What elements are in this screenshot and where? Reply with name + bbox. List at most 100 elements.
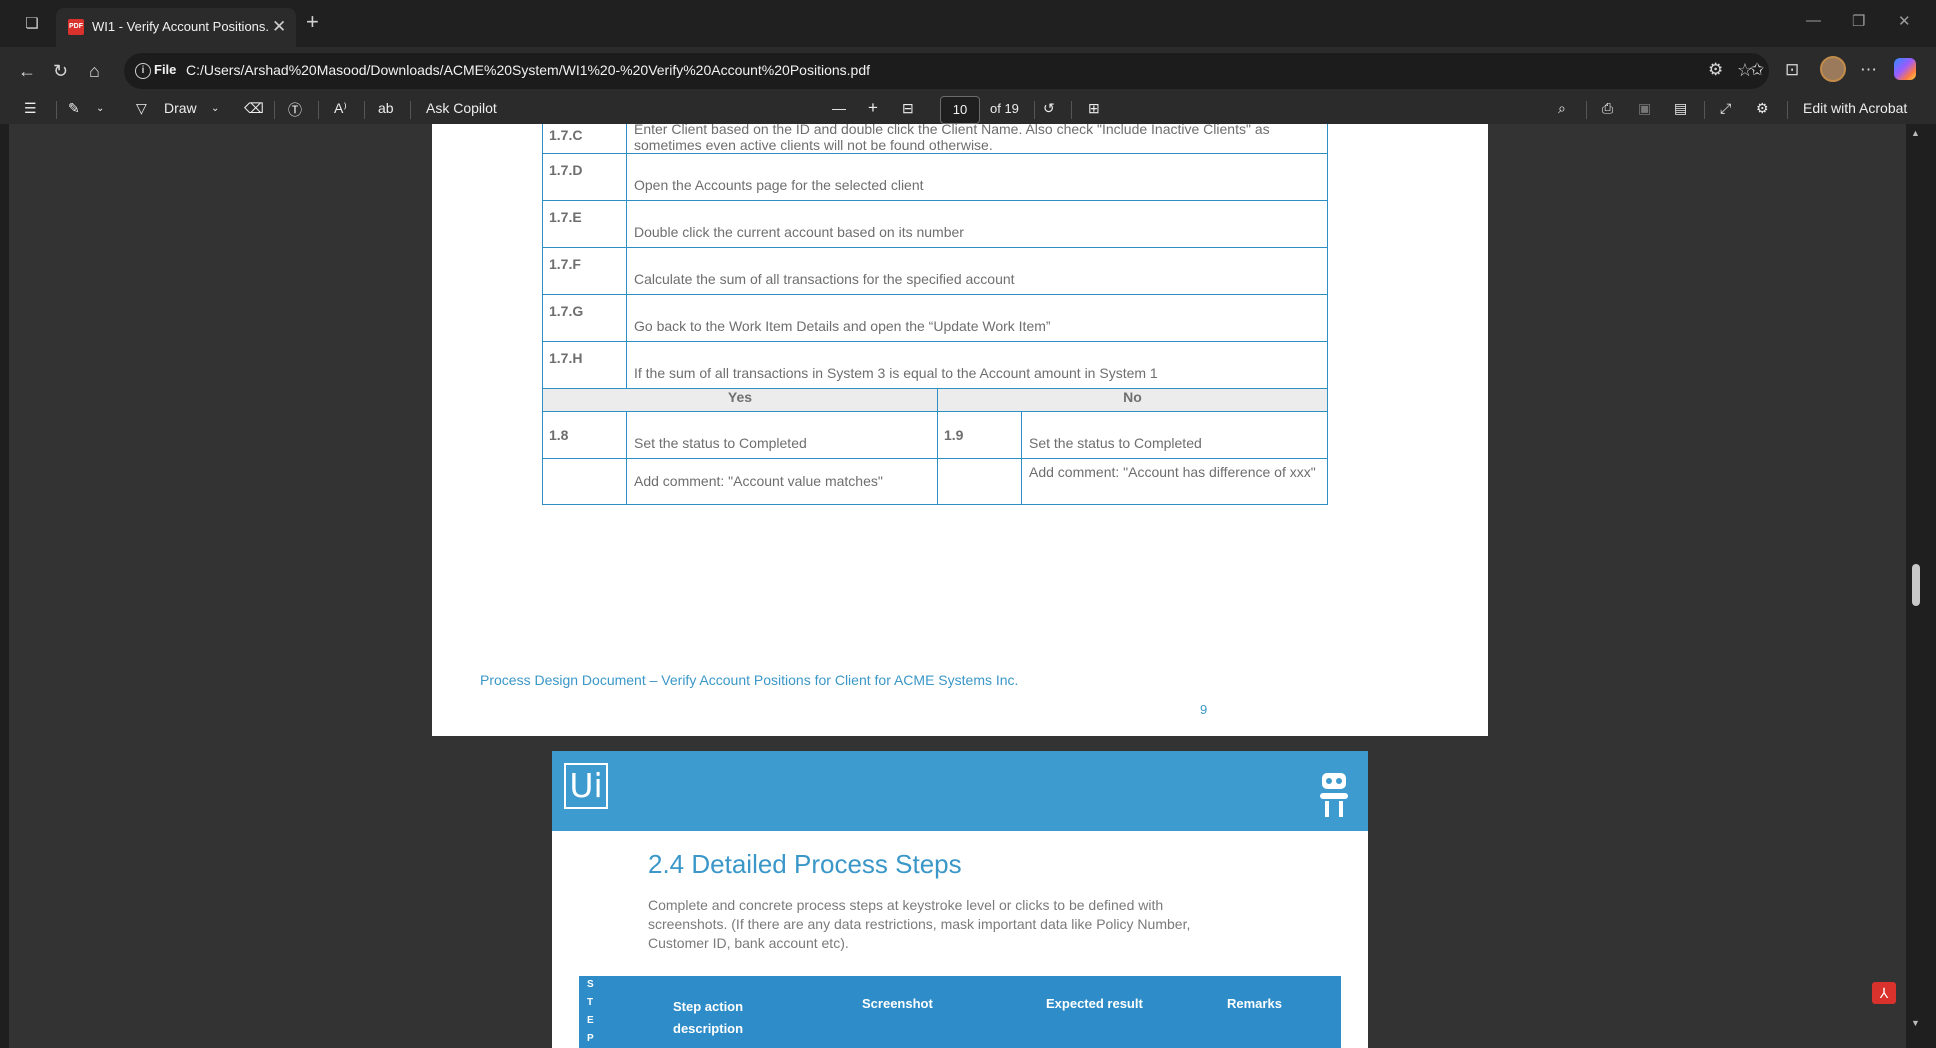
table-row: 1.7.H If the sum of all transactions in … [542,341,1328,389]
minimize-icon[interactable]: — [1806,12,1821,29]
draw-icon[interactable]: ▽ [136,100,147,117]
vertical-scrollbar[interactable] [1906,124,1936,1048]
zoom-out-icon[interactable]: — [832,100,846,116]
step-number: 1.7.G [542,294,627,342]
save-as-icon[interactable]: ▤ [1674,100,1687,117]
divider [1787,101,1788,119]
pdf-page-9: 1.7.C Enter Client based on the ID and d… [432,124,1488,736]
step-text: Set the status to Completed [626,411,938,459]
step-text: Calculate the sum of all transactions fo… [626,247,1328,295]
scrollbar-thumb[interactable] [1912,564,1920,606]
favorites-icon[interactable]: ✩ [1750,60,1764,80]
step-number-text: 1.7.H [549,350,583,366]
step-number: 1.7.H [542,341,627,389]
table-row: 1.7.C Enter Client based on the ID and d… [542,124,1328,154]
uipath-logo: Ui [564,763,608,809]
yes-no-header-row: Yes No [542,388,1328,412]
acrobat-icon[interactable]: ⅄ [1872,982,1896,1004]
step-number-text: 1.9 [944,427,964,443]
yes-header: Yes [542,388,938,412]
close-tab-icon[interactable]: ✕ [272,17,286,37]
table-row: 1.7.D Open the Accounts page for the sel… [542,153,1328,201]
step-text-content: Set the status to Completed [634,435,807,451]
edit-with-acrobat-button[interactable]: Edit with Acrobat [1803,100,1907,116]
step-text: Enter Client based on the ID and double … [626,124,1328,154]
scroll-up-icon[interactable]: ▲ [1911,128,1920,138]
print-icon[interactable]: ⎙ [1602,100,1613,117]
step-text: Set the status to Completed [1021,411,1328,459]
step-text: Go back to the Work Item Details and ope… [626,294,1328,342]
step-number-text: 1.7.C [549,127,583,143]
file-scheme-chip: File [154,62,177,77]
step-number: 1.9 [937,411,1022,459]
divider [1071,101,1072,119]
copilot-icon[interactable] [1894,58,1916,80]
left-edge [0,124,9,1048]
step-number-text: 1.7.F [549,256,581,272]
draw-button[interactable]: Draw [164,100,197,116]
extensions-icon[interactable]: ⚙ [1708,60,1723,80]
step-text-content: Set the status to Completed [1029,435,1202,451]
profile-avatar[interactable] [1820,56,1846,82]
robot-icon [1320,773,1348,817]
new-tab-icon[interactable]: + [306,11,319,33]
step-number-text: 1.7.D [549,162,583,178]
document-footer: Process Design Document – Verify Account… [480,672,1019,688]
tab-bar: ❏ PDF WI1 - Verify Account Positions.pdf… [0,0,1936,47]
empty-cell [542,458,627,505]
step-number: 1.7.C [542,124,627,154]
eraser-icon[interactable]: ⌫ [244,100,264,117]
translate-icon[interactable]: ab [378,100,394,116]
contents-icon[interactable]: ☰ [24,100,37,117]
fit-page-icon[interactable]: ⊟ [902,100,914,117]
home-icon[interactable]: ⌂ [89,60,100,82]
divider [56,101,57,119]
restore-icon[interactable]: ❐ [1852,12,1865,30]
back-icon[interactable]: ← [18,60,36,82]
chevron-down-icon[interactable]: ⌄ [211,103,219,114]
read-aloud-icon[interactable]: A⁾ [334,100,347,117]
page-number: 9 [1200,702,1208,717]
table-row: Add comment: "Account value matches" Add… [542,458,1328,505]
divider [410,101,411,119]
divider [318,101,319,119]
step-action-header: Step action description [673,999,744,1036]
ask-copilot-button[interactable]: Ask Copilot [426,100,497,116]
zoom-in-icon[interactable]: + [868,98,878,118]
refresh-icon[interactable]: ↻ [53,60,68,82]
step-text: Add comment: "Account has difference of … [1021,458,1328,505]
close-window-icon[interactable]: ✕ [1898,12,1911,30]
highlight-icon[interactable]: ✎ [68,100,80,117]
collections-icon[interactable]: ⊡ [1785,60,1799,80]
more-menu-icon[interactable]: ⋯ [1860,60,1877,80]
url-input[interactable]: i File C:/Users/Arshad%20Masood/Download… [124,53,1769,89]
tab-active[interactable]: PDF WI1 - Verify Account Positions.pdf ✕ [56,8,296,47]
workspaces-icon[interactable]: ❏ [22,14,42,34]
step-number: 1.8 [542,411,627,459]
search-icon[interactable]: ⌕ [1558,100,1566,117]
site-info-icon[interactable]: i [135,63,151,79]
page-view-icon[interactable]: ⊞ [1088,100,1100,117]
divider [1586,101,1587,119]
rotate-icon[interactable]: ↺ [1043,100,1055,117]
scroll-down-icon[interactable]: ▼ [1911,1018,1920,1028]
fullscreen-icon[interactable]: ⤢ [1720,100,1731,117]
chevron-down-icon[interactable]: ⌄ [96,103,104,114]
step-text: If the sum of all transactions in System… [626,341,1328,389]
tab-title: WI1 - Verify Account Positions.pdf [92,19,268,34]
table-row: 1.7.G Go back to the Work Item Details a… [542,294,1328,342]
pdf-viewer[interactable]: 1.7.C Enter Client based on the ID and d… [0,124,1918,1048]
step-text-content: Go back to the Work Item Details and ope… [634,318,1051,334]
expected-result-header: Expected result [1046,996,1143,1011]
section-description: Complete and concrete process steps at k… [648,897,1191,951]
save-icon: ▣ [1638,100,1652,116]
no-header: No [937,388,1328,412]
url-text[interactable]: C:/Users/Arshad%20Masood/Downloads/ACME%… [186,62,870,78]
step-text: Open the Accounts page for the selected … [626,153,1328,201]
table-row: 1.8 Set the status to Completed 1.9 Set … [542,411,1328,459]
settings-icon[interactable]: ⚙ [1756,100,1769,117]
page-header-banner: Ui [552,751,1368,831]
text-box-icon[interactable]: Ⓣ [288,100,302,120]
page-number-input[interactable]: 10 [940,96,980,124]
step-text-content: Open the Accounts page for the selected … [634,177,924,193]
